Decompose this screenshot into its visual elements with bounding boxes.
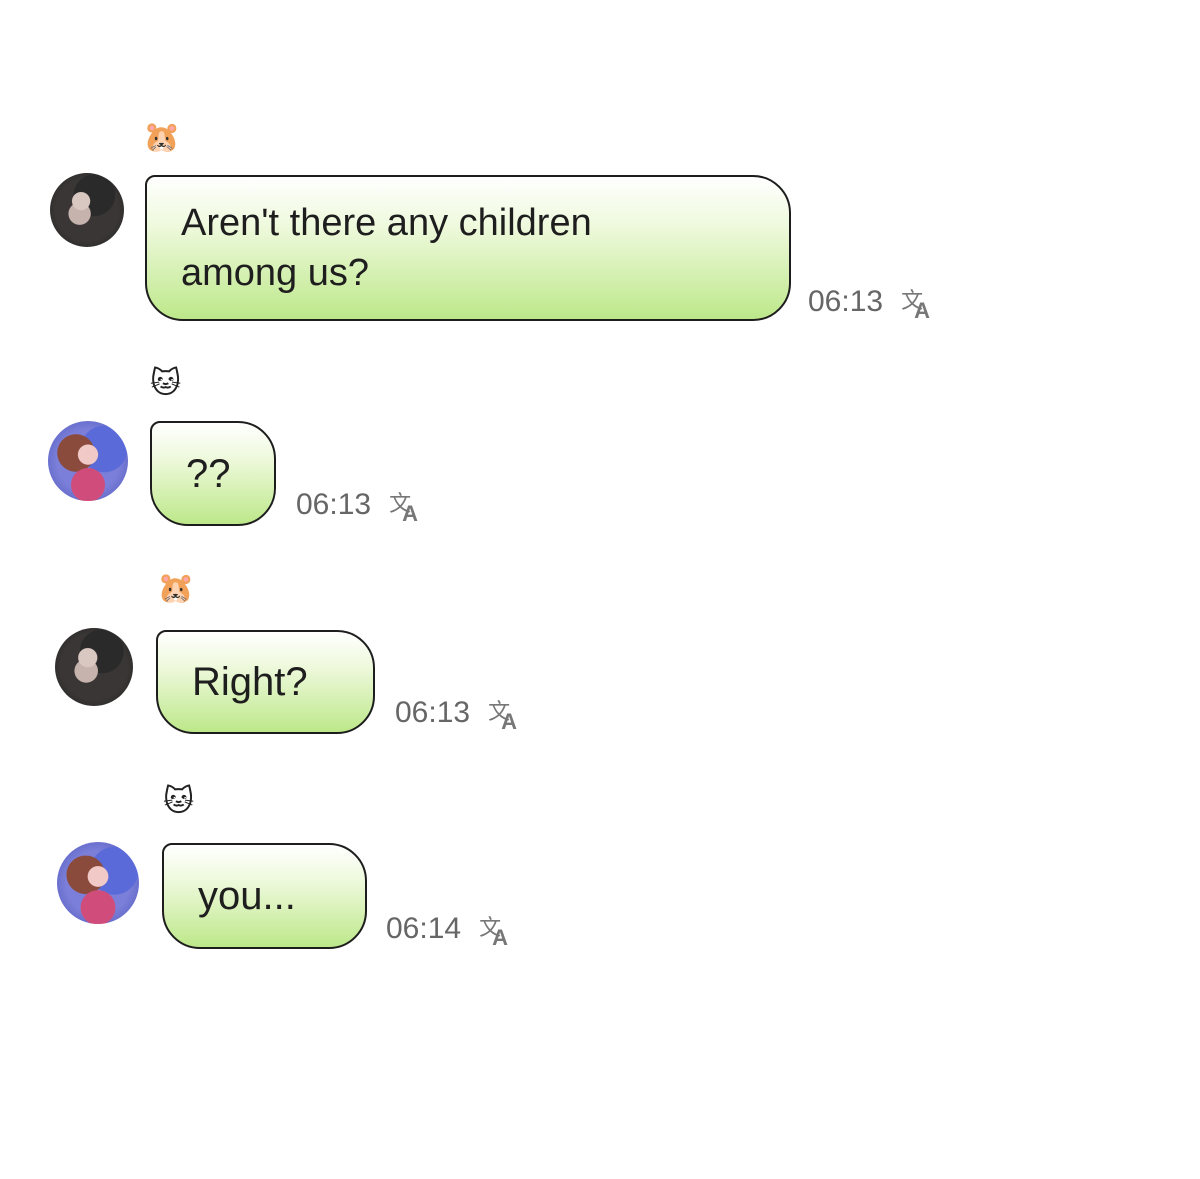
avatar[interactable] bbox=[55, 628, 133, 706]
cat-emoji-icon: 🐱 bbox=[150, 366, 182, 401]
message-bubble[interactable]: Right? bbox=[156, 630, 375, 734]
cat-emoji-icon: 🐱 bbox=[163, 784, 195, 819]
translate-icon[interactable]: 文 A bbox=[488, 696, 524, 734]
message-timestamp: 06:13 bbox=[808, 285, 884, 318]
message-timestamp: 06:13 bbox=[395, 696, 471, 729]
message-timestamp: 06:13 bbox=[296, 488, 372, 521]
avatar[interactable] bbox=[50, 173, 124, 247]
translate-icon[interactable]: 文 A bbox=[389, 488, 425, 526]
message-bubble[interactable]: Aren't there any children among us? bbox=[145, 175, 791, 321]
chat-thread: 🐹 Aren't there any children among us? 06… bbox=[0, 0, 1200, 1179]
avatar[interactable] bbox=[57, 842, 139, 924]
translate-icon[interactable]: 文 A bbox=[479, 912, 515, 950]
translate-icon[interactable]: 文 A bbox=[901, 285, 937, 323]
message-timestamp: 06:14 bbox=[386, 912, 462, 945]
message-bubble[interactable]: you... bbox=[162, 843, 367, 949]
message-meta: 06:13 文 A bbox=[395, 696, 524, 734]
message-meta: 06:13 文 A bbox=[808, 285, 937, 323]
hamster-emoji-icon: 🐹 bbox=[157, 571, 195, 606]
hamster-emoji-icon: 🐹 bbox=[143, 120, 181, 155]
message-meta: 06:14 文 A bbox=[386, 912, 515, 950]
avatar[interactable] bbox=[48, 421, 128, 501]
message-meta: 06:13 文 A bbox=[296, 488, 425, 526]
message-bubble[interactable]: ?? bbox=[150, 421, 276, 526]
